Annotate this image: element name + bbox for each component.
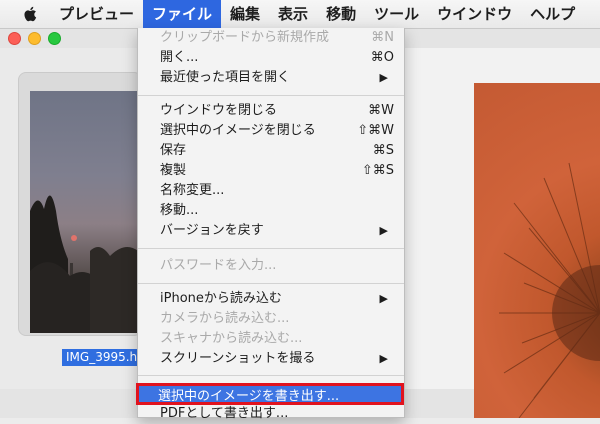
menu-item-move[interactable]: 移動... bbox=[138, 201, 404, 221]
image-pattern bbox=[499, 162, 600, 418]
main-image bbox=[474, 83, 600, 418]
menu-item-import-from-camera: カメラから読み込む... bbox=[160, 311, 290, 326]
menu-item-save[interactable]: 保存 ⌘S bbox=[138, 141, 404, 161]
thumbnail-filename[interactable]: IMG_3995.h bbox=[62, 349, 148, 366]
menu-help[interactable]: ヘルプ bbox=[521, 0, 584, 28]
menu-separator bbox=[138, 248, 404, 249]
menu-item-take-screenshot[interactable]: スクリーンショットを撮る ▶ bbox=[138, 349, 404, 369]
menu-item-close-selected-image[interactable]: 選択中のイメージを閉じる ⇧⌘W bbox=[138, 121, 404, 141]
menu-window[interactable]: ウインドウ bbox=[428, 0, 521, 28]
menu-item-export-as-pdf[interactable]: PDFとして書き出す... bbox=[138, 404, 404, 424]
image-thumbnail[interactable] bbox=[30, 91, 138, 333]
file-menu: クリップボードから新規作成 ⌘N 開く... ⌘O 最近使った項目を開く ▶ ウ… bbox=[136, 28, 405, 421]
menu-preview[interactable]: プレビュー bbox=[50, 0, 143, 28]
menu-item-close-window[interactable]: ウインドウを閉じる ⌘W bbox=[138, 101, 404, 121]
chevron-right-icon: ▶ bbox=[379, 224, 388, 237]
menu-edit[interactable]: 編集 bbox=[221, 0, 269, 28]
menu-bar: プレビュー ファイル 編集 表示 移動 ツール ウインドウ ヘルプ bbox=[0, 0, 600, 29]
chevron-right-icon: ▶ bbox=[379, 292, 388, 305]
thumbnail-scene bbox=[30, 195, 138, 333]
zoom-window-button[interactable] bbox=[48, 32, 61, 45]
menu-separator bbox=[138, 283, 404, 284]
menu-tools[interactable]: ツール bbox=[365, 0, 428, 28]
chevron-right-icon: ▶ bbox=[379, 352, 388, 365]
apple-icon[interactable] bbox=[22, 5, 40, 23]
menu-view[interactable]: 表示 bbox=[269, 0, 317, 28]
menu-item-rename[interactable]: 名称変更... bbox=[138, 181, 404, 201]
chevron-right-icon: ▶ bbox=[379, 71, 388, 84]
menu-separator bbox=[138, 375, 404, 376]
menu-item-import-from-iphone[interactable]: iPhoneから読み込む ▶ bbox=[138, 289, 404, 309]
menu-item-enter-password: パスワードを入力... bbox=[160, 258, 277, 273]
menu-item-open-recent[interactable]: 最近使った項目を開く ▶ bbox=[138, 68, 404, 88]
menu-separator bbox=[138, 95, 404, 96]
menu-item-import-from-scanner: スキャナから読み込む... bbox=[160, 331, 303, 346]
minimize-window-button[interactable] bbox=[28, 32, 41, 45]
menu-go[interactable]: 移動 bbox=[317, 0, 365, 28]
menu-item-export-selected-image[interactable]: 選択中のイメージを書き出す... bbox=[136, 383, 404, 405]
menu-item-open[interactable]: 開く... ⌘O bbox=[138, 48, 404, 68]
menu-item-new-from-clipboard: クリップボードから新規作成 ⌘N bbox=[160, 30, 394, 45]
menu-file[interactable]: ファイル bbox=[143, 0, 222, 28]
close-window-button[interactable] bbox=[8, 32, 21, 45]
menu-item-duplicate[interactable]: 複製 ⇧⌘S bbox=[138, 161, 404, 181]
menu-item-revert[interactable]: バージョンを戻す ▶ bbox=[138, 221, 404, 241]
